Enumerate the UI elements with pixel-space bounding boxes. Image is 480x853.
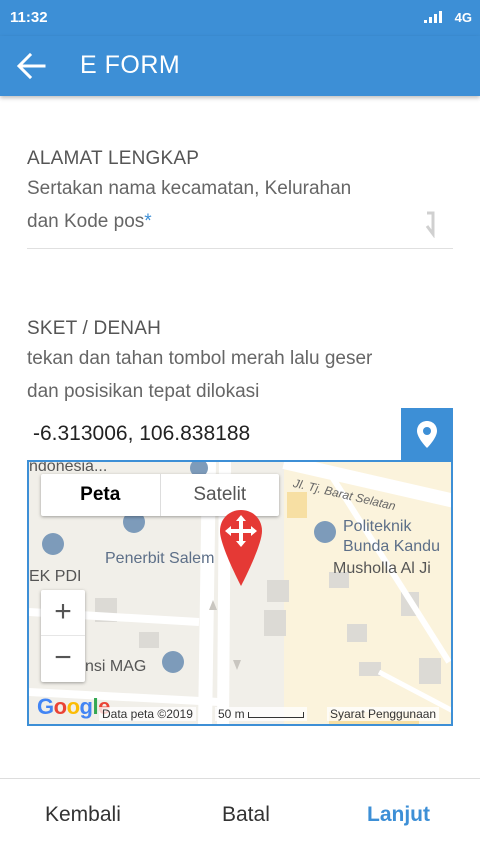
address-label: ALAMAT LENGKAP — [27, 148, 200, 169]
required-mark: * — [144, 211, 152, 232]
map-label-politeknik-1: Politeknik — [343, 518, 412, 535]
sketch-hint-line2: dan posisikan tepat dilokasi — [27, 381, 260, 402]
map-attribution-strip: Google Data peta ©2019 50 m Syarat Pengg… — [29, 694, 451, 724]
map-data-attribution: Data peta ©2019 — [99, 707, 196, 721]
map-type-peta-button[interactable]: Peta — [41, 474, 161, 516]
map-label-musholla: Musholla Al Ji — [333, 560, 431, 577]
back-button[interactable] — [14, 50, 48, 82]
address-underline — [27, 248, 453, 249]
location-pin-icon — [417, 421, 437, 448]
sketch-hint-line1: tekan dan tahan tombol merah lalu geser — [27, 348, 373, 369]
arrow-left-icon — [16, 52, 46, 80]
coordinates-value: -6.313006, 106.838188 — [33, 422, 251, 445]
zoom-out-button[interactable]: − — [41, 636, 85, 682]
address-hint-line2-row: dan Kode pos* — [27, 205, 453, 238]
back-text-button[interactable]: Kembali — [45, 803, 121, 827]
cancel-button[interactable]: Batal — [222, 803, 270, 827]
zoom-controls: + − — [41, 590, 85, 682]
map-label-politeknik-2: Bunda Kandu — [343, 538, 440, 555]
address-field[interactable]: ALAMAT LENGKAP Sertakan nama kecamatan, … — [27, 148, 453, 238]
status-time: 11:32 — [10, 9, 48, 26]
map-label-nsi-mag: nsi MAG — [85, 658, 147, 675]
address-hint-line1: Sertakan nama kecamatan, Kelurahan — [27, 178, 352, 199]
signal-icon — [424, 11, 442, 23]
map-scale-label: 50 m — [218, 707, 245, 721]
app-bar: E FORM — [0, 36, 480, 96]
coordinates-row: -6.313006, 106.838188 — [27, 408, 453, 460]
map-scale: 50 m — [215, 707, 308, 721]
sketch-field: SKET / DENAH tekan dan tahan tombol mera… — [27, 318, 453, 408]
status-bar: 11:32 4G — [0, 0, 480, 36]
network-type: 4G — [454, 10, 472, 25]
map-terms-link[interactable]: Syarat Penggunaan — [327, 707, 440, 721]
map-label-indonesia: ndonesia... — [29, 460, 108, 475]
draggable-marker-icon[interactable] — [217, 508, 265, 588]
drop-down-arrow-icon[interactable] — [420, 210, 442, 238]
map-view[interactable]: Peta Satelit ndonesia... Jl. Tj. Barat S… — [27, 460, 453, 726]
address-hint-line2: dan Kode pos — [27, 211, 145, 232]
zoom-in-button[interactable]: + — [41, 590, 85, 636]
sketch-label: SKET / DENAH — [27, 318, 162, 339]
page-title: E FORM — [80, 51, 181, 79]
map-label-ek-pdi: EK PDI — [29, 568, 82, 585]
next-button[interactable]: Lanjut — [367, 803, 430, 827]
locate-button[interactable] — [401, 408, 453, 460]
map-label-penerbit: Penerbit Salem — [105, 550, 215, 567]
bottom-action-bar: Kembali Batal Lanjut — [0, 778, 480, 853]
